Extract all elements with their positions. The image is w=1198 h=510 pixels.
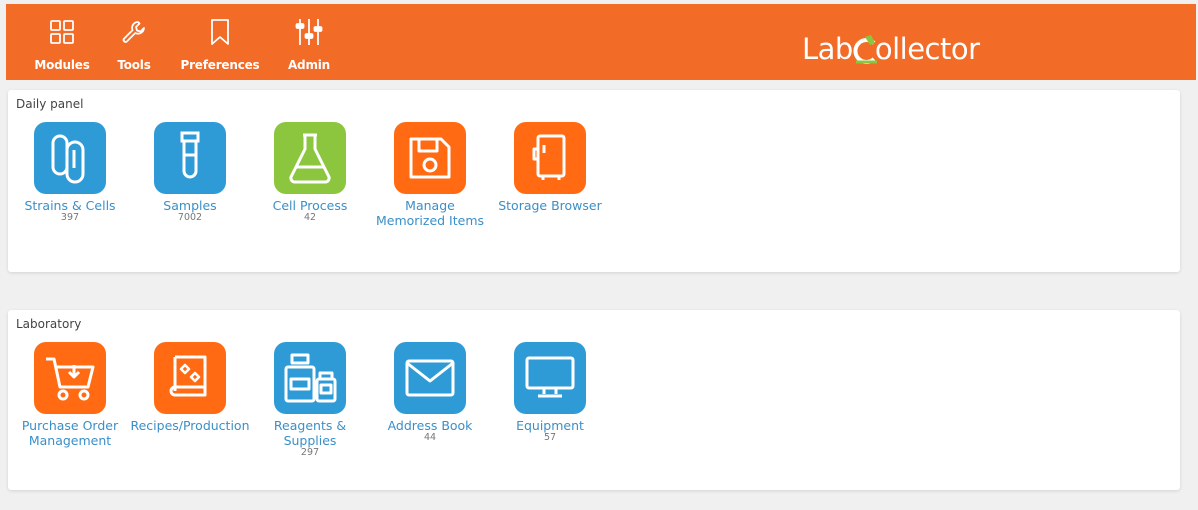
monitor-icon (514, 342, 586, 414)
tile-reagents-supplies[interactable]: Reagents & Supplies 297 (250, 342, 370, 458)
nav-label: Admin (287, 58, 331, 72)
recipe-book-icon (154, 342, 226, 414)
nav-label: Modules (34, 58, 90, 72)
tile-strains-cells[interactable]: Strains & Cells 397 (10, 122, 130, 223)
logo-text-lab: Lab (802, 31, 853, 66)
tile-storage-browser[interactable]: Storage Browser (490, 122, 610, 213)
tile-count: 42 (303, 212, 317, 223)
tile-count: 7002 (177, 212, 203, 223)
tile-label: Storage Browser (498, 198, 602, 213)
nav-label: Preferences (180, 58, 260, 72)
grid-icon (46, 16, 78, 48)
freezer-icon (514, 122, 586, 194)
daily-panel: Daily panel Strains & Cells 397 Samples … (8, 90, 1180, 272)
bookmark-icon (204, 16, 236, 48)
tile-label: Purchase Order Management (21, 418, 119, 448)
nav-label: Tools (117, 58, 151, 72)
bottles-icon (274, 342, 346, 414)
paperclip-icon (34, 122, 106, 194)
tile-label: Strains & Cells (24, 198, 116, 213)
shopping-cart-icon (34, 342, 106, 414)
tile-label: Samples (163, 198, 217, 213)
wrench-icon (118, 16, 150, 48)
tile-equipment[interactable]: Equipment 57 (490, 342, 610, 443)
tile-count: 397 (60, 212, 80, 223)
tile-purchase-order-management[interactable]: Purchase Order Management (10, 342, 130, 448)
laboratory-panel: Laboratory Purchase Order Management Rec… (8, 310, 1180, 490)
tile-label: Equipment (516, 418, 584, 433)
tile-address-book[interactable]: Address Book 44 (370, 342, 490, 443)
labcollector-logo: Lab ollector (802, 34, 980, 64)
nav-admin[interactable]: Admin (282, 4, 336, 80)
envelope-icon (394, 342, 466, 414)
tile-label: Manage Memorized Items (375, 198, 485, 228)
tile-count: 57 (543, 432, 557, 443)
sliders-icon (293, 16, 325, 48)
panel-title: Daily panel (16, 97, 84, 111)
tile-manage-memorized-items[interactable]: Manage Memorized Items (370, 122, 490, 228)
tile-label: Cell Process (272, 198, 348, 213)
tile-label: Reagents & Supplies (273, 418, 347, 448)
logo-text-ollector: ollector (874, 31, 980, 66)
tile-label: Address Book (387, 418, 473, 433)
tile-recipes-production[interactable]: Recipes/Production (130, 342, 250, 433)
tile-cell-process[interactable]: Cell Process 42 (250, 122, 370, 223)
nav-tools[interactable]: Tools (110, 4, 158, 80)
nav-preferences[interactable]: Preferences (176, 4, 264, 80)
tile-count: 297 (300, 447, 320, 458)
panel-title: Laboratory (16, 317, 82, 331)
floppy-disk-icon (394, 122, 466, 194)
test-tube-icon (154, 122, 226, 194)
nav-modules[interactable]: Modules (30, 4, 94, 80)
logo-microscope-c-icon (853, 34, 877, 64)
tile-samples[interactable]: Samples 7002 (130, 122, 250, 223)
flask-icon (274, 122, 346, 194)
tile-count: 44 (423, 432, 437, 443)
top-navigation-bar: Modules Tools Preferences Admin Lab olle… (6, 4, 1196, 80)
tile-label: Recipes/Production (130, 418, 250, 433)
